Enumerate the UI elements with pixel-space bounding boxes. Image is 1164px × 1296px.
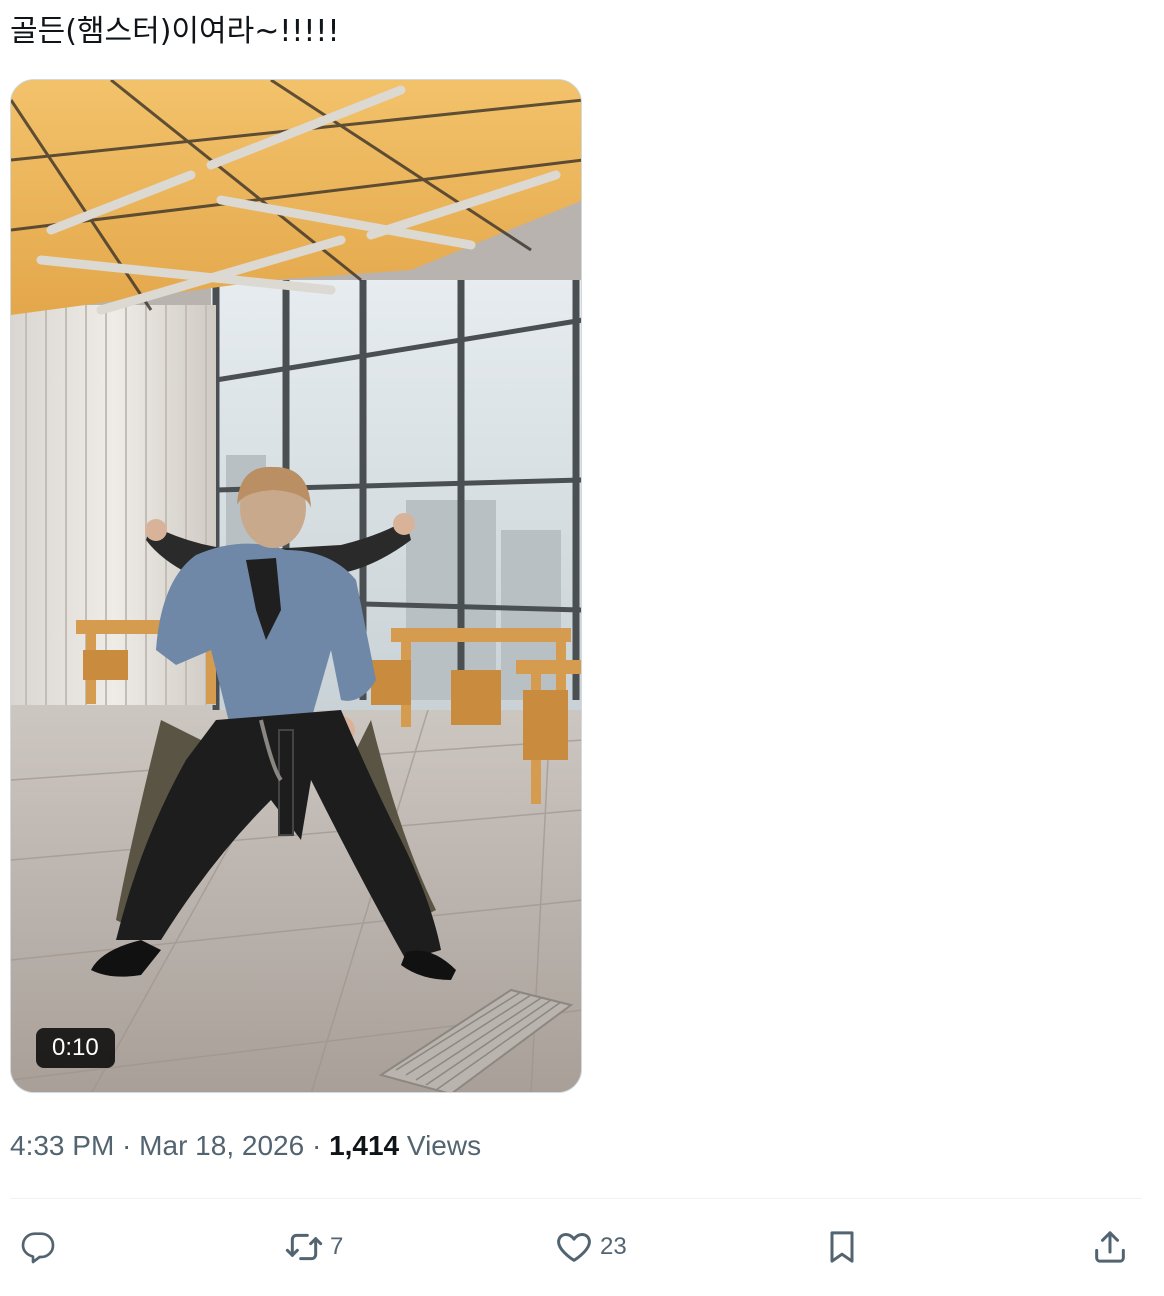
retweet-count: 7 (330, 1233, 344, 1260)
video-thumbnail (11, 80, 581, 1092)
share-button[interactable] (1090, 1222, 1130, 1272)
meta-separator: · (304, 1130, 330, 1161)
tweet-text: 골든(햄스터)이여라~!!!!! (10, 14, 340, 49)
like-count: 23 (600, 1233, 627, 1260)
divider (10, 1198, 1142, 1199)
retweet-icon (284, 1227, 324, 1267)
bookmark-icon (822, 1227, 862, 1267)
tweet-meta: 4:33 PM · Mar 18, 2026 · 1,414 Views (10, 1126, 481, 1166)
views-label: Views (399, 1130, 482, 1161)
reply-button[interactable] (18, 1222, 58, 1272)
timestamp-date[interactable]: Mar 18, 2026 (139, 1130, 304, 1161)
heart-icon (554, 1227, 594, 1267)
bookmark-button[interactable] (822, 1222, 862, 1272)
reply-icon (18, 1227, 58, 1267)
video-duration-badge: 0:10 (36, 1028, 115, 1068)
retweet-button[interactable]: 7 (284, 1222, 343, 1272)
timestamp-time[interactable]: 4:33 PM (10, 1130, 114, 1161)
video-player[interactable]: 0:10 (10, 79, 582, 1093)
like-button[interactable]: 23 (554, 1222, 627, 1272)
meta-separator: · (114, 1130, 140, 1161)
share-icon (1090, 1227, 1130, 1267)
views-count: 1,414 (329, 1130, 400, 1161)
